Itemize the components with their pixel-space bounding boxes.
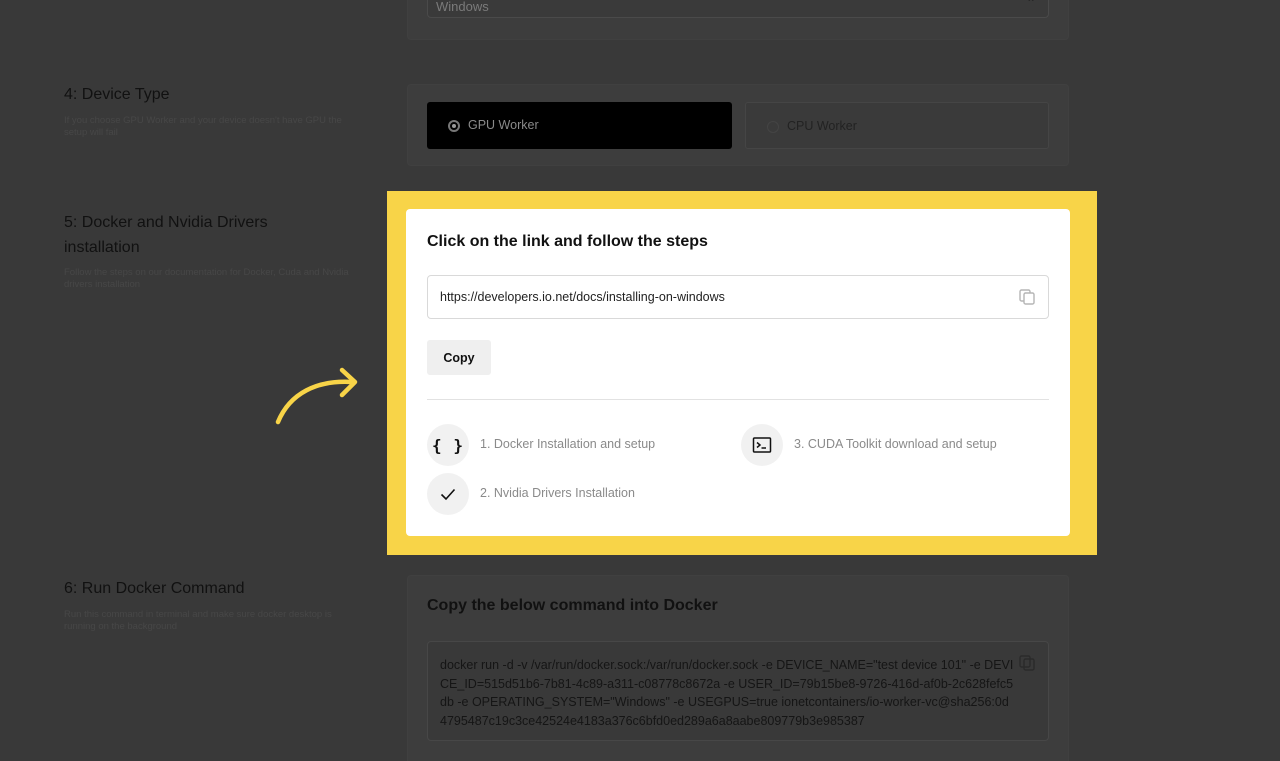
docker-section-title: 5: Docker and Nvidia Drivers installatio…	[64, 214, 268, 256]
gpu-worker-label: GPU Worker	[468, 118, 539, 132]
gpu-worker-option[interactable]: GPU Worker	[427, 102, 732, 149]
chevron-updown-icon: ⌃	[1025, 0, 1036, 10]
check-icon	[427, 473, 469, 515]
device-type-desc: If you choose GPU Worker and your device…	[64, 115, 342, 138]
os-select-value: Windows	[436, 0, 489, 14]
terminal-icon	[741, 424, 783, 466]
step-label: 3. CUDA Toolkit download and setup	[794, 437, 997, 451]
copy-button[interactable]: Copy	[427, 340, 491, 375]
braces-icon: { }	[427, 424, 469, 466]
copy-icon[interactable]	[1018, 288, 1036, 306]
arrow-right-icon	[275, 367, 358, 425]
command-field[interactable]: docker run -d -v /var/run/docker.sock:/v…	[427, 641, 1049, 741]
radio-unselected-icon	[767, 121, 779, 133]
step-label: 1. Docker Installation and setup	[480, 437, 656, 451]
cpu-worker-label: CPU Worker	[787, 119, 857, 133]
step-label: 2. Nvidia Drivers Installation	[480, 486, 635, 500]
docs-url[interactable]: https://developers.io.net/docs/installin…	[440, 290, 725, 304]
radio-selected-icon	[448, 120, 460, 132]
docs-url-field[interactable]: https://developers.io.net/docs/installin…	[427, 275, 1049, 319]
run-command-title: 6: Run Docker Command	[64, 580, 245, 597]
card-title: Click on the link and follow the steps	[427, 233, 708, 250]
run-command-desc: Run this command in terminal and make su…	[64, 609, 332, 632]
device-type-title: 4: Device Type	[64, 86, 170, 103]
cpu-worker-option[interactable]: CPU Worker	[745, 102, 1049, 149]
install-links-card: Click on the link and follow the steps h…	[406, 209, 1070, 536]
copy-icon[interactable]	[1018, 654, 1036, 672]
docker-command[interactable]: docker run -d -v /var/run/docker.sock:/v…	[440, 656, 1015, 730]
step-docker-install[interactable]: { } 1. Docker Installation and setup	[427, 424, 717, 466]
step-cuda-toolkit[interactable]: 3. CUDA Toolkit download and setup	[741, 424, 1041, 466]
docker-section-desc: Follow the steps on our documentation fo…	[64, 267, 349, 290]
step-nvidia-drivers[interactable]: 2. Nvidia Drivers Installation	[427, 473, 717, 515]
command-title: Copy the below command into Docker	[427, 597, 718, 614]
os-select[interactable]: Windows ⌃	[427, 0, 1049, 18]
divider	[427, 399, 1049, 400]
setup-page: Windows ⌃ 4: Device Type If you choose G…	[0, 0, 1280, 761]
